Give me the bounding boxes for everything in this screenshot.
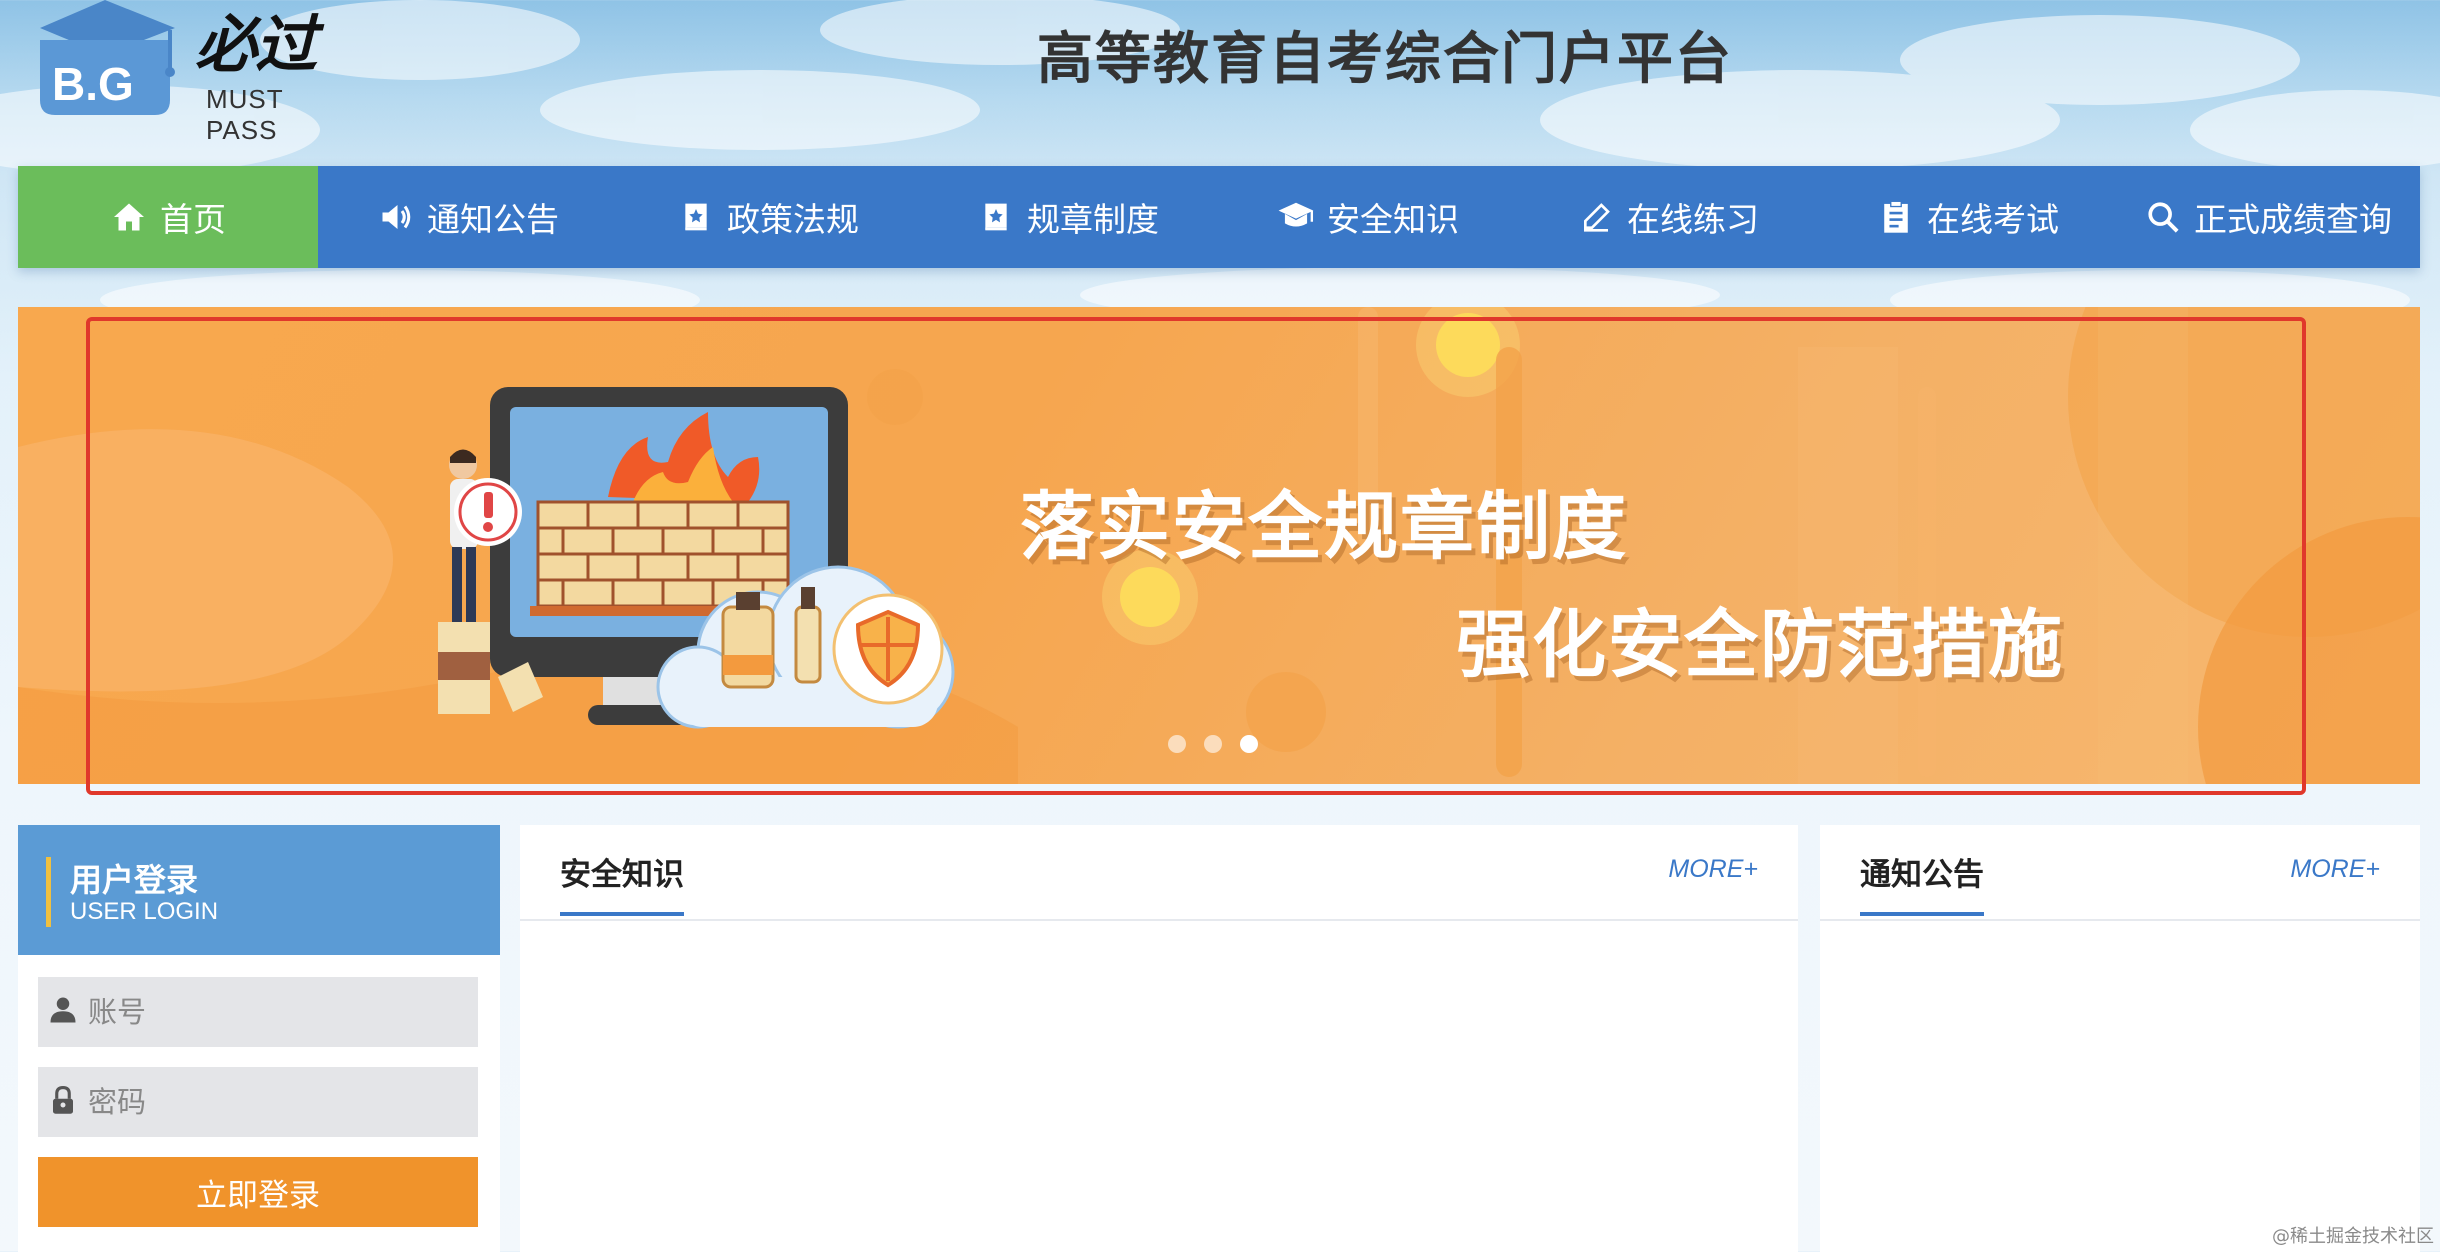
nav-item-safety[interactable]: 安全知识 — [1218, 166, 1518, 268]
panel-title: 通知公告 — [1860, 849, 1984, 916]
carousel-dot-2[interactable] — [1204, 735, 1222, 753]
nav-item-label: 安全知识 — [1327, 200, 1459, 239]
login-subtitle: USER LOGIN — [70, 898, 219, 925]
nav-item-notices[interactable]: 通知公告 — [318, 166, 618, 268]
login-button[interactable]: 立即登录 — [38, 1157, 478, 1227]
speaker-icon — [377, 198, 415, 236]
password-field[interactable] — [38, 1067, 478, 1137]
nav-item-label: 在线考试 — [1927, 200, 2059, 239]
book-icon — [977, 198, 1015, 236]
nav-item-label: 首页 — [160, 200, 226, 239]
safety-knowledge-panel: 安全知识 MORE+ — [520, 825, 1798, 1252]
banner-headline-line1: 落实安全规章制度 — [1020, 484, 1628, 570]
watermark: @稀土掘金技术社区 — [2272, 1226, 2434, 1247]
nav-item-exam[interactable]: 在线考试 — [1818, 166, 2118, 268]
nav-item-practice[interactable]: 在线练习 — [1518, 166, 1818, 268]
nav-item-label: 通知公告 — [427, 200, 559, 239]
login-panel: 用户登录 USER LOGIN 立即登录 — [18, 825, 500, 1252]
password-input[interactable] — [88, 1085, 468, 1119]
nav-item-home[interactable]: 首页 — [18, 166, 318, 268]
nav-item-regulations[interactable]: 规章制度 — [918, 166, 1218, 268]
banner-carousel[interactable]: 落实安全规章制度 强化安全防范措施 — [18, 307, 2420, 784]
page-title: 高等教育自考综合门户平台 — [1037, 27, 1733, 92]
carousel-dot-3[interactable] — [1240, 735, 1258, 753]
nav-item-label: 正式成绩查询 — [2194, 200, 2392, 239]
home-icon — [110, 198, 148, 236]
nav-item-label: 在线练习 — [1627, 200, 1759, 239]
banner-headline-line2: 强化安全防范措施 — [1456, 602, 2064, 688]
book-icon — [677, 198, 715, 236]
username-input[interactable] — [88, 995, 468, 1029]
login-header: 用户登录 USER LOGIN — [18, 825, 500, 955]
username-field[interactable] — [38, 977, 478, 1047]
carousel-indicators — [1168, 735, 1258, 753]
panel-header: 安全知识 MORE+ — [520, 825, 1798, 921]
more-link[interactable]: MORE+ — [2290, 855, 2380, 884]
nav-item-label: 规章制度 — [1027, 200, 1159, 239]
nav-item-label: 政策法规 — [727, 200, 859, 239]
nav-item-score-query[interactable]: 正式成绩查询 — [2118, 166, 2418, 268]
panel-header: 通知公告 MORE+ — [1820, 825, 2420, 921]
lock-icon — [48, 1085, 78, 1119]
more-link[interactable]: MORE+ — [1668, 855, 1758, 884]
main-nav: 首页 通知公告 政策法规 规章制度 安全知识 在线练习 在线考试 正式成绩查询 — [18, 166, 2420, 268]
user-icon — [48, 995, 78, 1029]
login-accent-bar — [46, 857, 51, 927]
pen-icon — [1577, 198, 1615, 236]
login-title: 用户登录 — [70, 861, 199, 899]
search-icon — [2144, 198, 2182, 236]
panel-title: 安全知识 — [560, 849, 684, 916]
clipboard-icon — [1877, 198, 1915, 236]
carousel-dot-1[interactable] — [1168, 735, 1186, 753]
notices-panel: 通知公告 MORE+ — [1820, 825, 2420, 1252]
graduation-cap-icon — [1277, 198, 1315, 236]
nav-item-policies[interactable]: 政策法规 — [618, 166, 918, 268]
